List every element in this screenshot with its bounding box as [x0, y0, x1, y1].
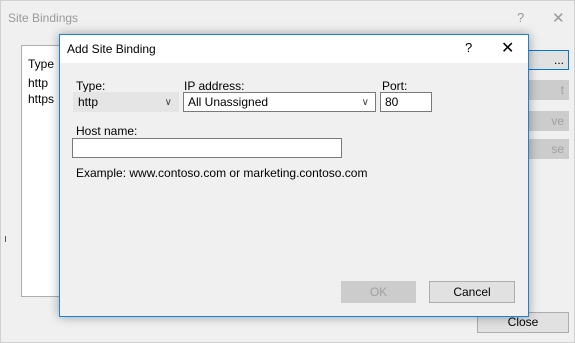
- type-select-value: http: [78, 95, 99, 109]
- edge-marker: [5, 236, 6, 242]
- close-icon[interactable]: ✕: [552, 9, 565, 27]
- close-icon[interactable]: ✕: [501, 38, 514, 58]
- type-select[interactable]: http ∨: [73, 92, 179, 112]
- type-label: Type:: [76, 79, 106, 93]
- ip-address-select[interactable]: All Unassigned ∨: [183, 92, 376, 112]
- list-header-type[interactable]: Type: [28, 57, 54, 71]
- chevron-down-icon: ∨: [164, 97, 172, 108]
- host-name-label: Host name:: [76, 124, 138, 138]
- ip-address-label: IP address:: [184, 79, 245, 93]
- dialog-title: Add Site Binding: [67, 42, 156, 56]
- add-site-binding-dialog: Add Site Binding ? ✕ Type: http ∨ IP add…: [59, 34, 529, 317]
- window-title: Site Bindings: [8, 11, 79, 25]
- port-input[interactable]: 80: [380, 92, 432, 112]
- port-label: Port:: [382, 79, 408, 93]
- chevron-down-icon: ∨: [361, 97, 369, 108]
- host-name-input[interactable]: [72, 138, 342, 158]
- dialog-titlebar: Add Site Binding ? ✕: [60, 35, 528, 63]
- help-icon[interactable]: ?: [517, 10, 524, 25]
- list-item[interactable]: https: [28, 92, 54, 106]
- ok-button[interactable]: OK: [341, 281, 416, 303]
- help-icon[interactable]: ?: [465, 40, 472, 55]
- ip-address-value: All Unassigned: [188, 95, 269, 109]
- list-item[interactable]: http: [28, 76, 48, 90]
- cancel-button[interactable]: Cancel: [429, 281, 515, 303]
- host-name-example: Example: www.contoso.com or marketing.co…: [76, 166, 368, 180]
